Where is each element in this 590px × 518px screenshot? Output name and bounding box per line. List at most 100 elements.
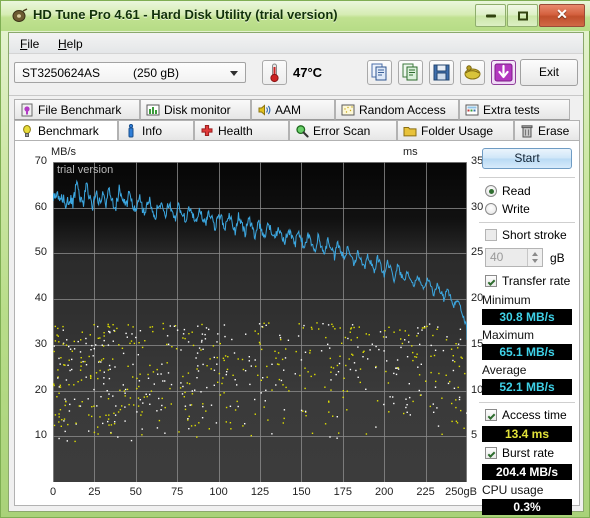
access-time-point (81, 401, 83, 403)
tab-disk-monitor[interactable]: Disk monitor (140, 99, 251, 120)
access-time-point (188, 333, 190, 335)
access-time-point (147, 373, 149, 376)
access-time-point (387, 382, 390, 384)
access-time-point (392, 396, 394, 398)
access-time-point (450, 348, 453, 350)
radio-read[interactable]: Read (485, 184, 531, 198)
tab-error-scan[interactable]: Error Scan (289, 120, 397, 141)
access-time-point (330, 379, 332, 381)
access-time-point (188, 383, 191, 385)
tab-extra-tests[interactable]: Extra tests (459, 99, 570, 120)
access-time-point (192, 344, 195, 347)
access-time-point (138, 385, 140, 388)
file-benchmark-icon (20, 103, 34, 117)
stepper-up-icon (532, 252, 538, 256)
access-time-point (170, 383, 173, 386)
options-button[interactable] (460, 60, 485, 85)
access-time-point (230, 428, 232, 430)
access-time-point (116, 327, 118, 330)
maximum-value: 65.1 MB/s (482, 344, 572, 360)
access-time-point (264, 400, 266, 402)
tab-aam[interactable]: AAM (251, 99, 335, 120)
tab-label: Extra tests (483, 102, 540, 117)
access-time-point (113, 423, 116, 425)
divider (479, 177, 575, 178)
access-time-point (449, 380, 451, 383)
access-time-point (201, 323, 203, 326)
access-time-point (282, 422, 284, 424)
access-time-point (332, 325, 334, 328)
access-time-point (337, 371, 340, 373)
access-time-point (127, 365, 129, 367)
access-time-point (406, 356, 409, 358)
minimize-button[interactable] (475, 4, 506, 27)
menu-file[interactable]: FFileile (15, 36, 44, 52)
access-time-point (324, 423, 327, 425)
close-button[interactable]: ✕ (539, 4, 585, 27)
access-time-point (63, 418, 66, 420)
access-time-point (101, 344, 103, 346)
access-time-point (229, 422, 232, 424)
checkbox-burst-rate[interactable]: Burst rate (485, 446, 554, 460)
tab-benchmark[interactable]: Benchmark (14, 120, 118, 141)
access-time-point (80, 357, 82, 359)
tab-folder-usage[interactable]: Folder Usage (397, 120, 514, 141)
checkbox-transfer-rate[interactable]: Transfer rate (485, 274, 570, 288)
x-tick-label: 100 (209, 486, 228, 498)
start-button[interactable]: Start (482, 148, 572, 169)
access-time-point (225, 406, 228, 409)
access-time-point (143, 396, 145, 398)
access-time-point (69, 369, 71, 372)
access-time-point (90, 375, 92, 378)
checkbox-short-stroke[interactable]: Short stroke (485, 228, 567, 242)
access-time-point (57, 335, 59, 337)
tab-erase[interactable]: Erase (514, 120, 580, 141)
maximize-button[interactable] (507, 4, 538, 27)
access-time-point (409, 414, 411, 416)
access-time-point (274, 350, 276, 352)
access-time-point (108, 424, 110, 426)
access-time-point (457, 343, 460, 345)
download-button[interactable] (491, 60, 516, 85)
access-time-point (386, 360, 388, 362)
radio-write[interactable]: Write (485, 202, 530, 216)
menu-help[interactable]: Help (53, 36, 88, 52)
access-time-point (429, 405, 431, 408)
access-time-point (158, 397, 160, 400)
access-time-point (149, 393, 151, 396)
access-time-point (53, 345, 55, 347)
access-time-point (68, 410, 71, 412)
access-time-point (217, 381, 219, 383)
access-time-point (99, 337, 101, 339)
access-time-point (339, 327, 341, 329)
short-stroke-stepper[interactable] (527, 249, 542, 266)
access-time-point (108, 326, 111, 328)
export-button[interactable] (398, 60, 423, 85)
access-time-point (233, 352, 236, 354)
access-time-point (54, 340, 57, 342)
save-button[interactable] (429, 60, 454, 85)
tab-health[interactable]: Health (194, 120, 289, 141)
access-time-point (129, 342, 131, 345)
short-stroke-input[interactable]: 40 (485, 248, 543, 267)
access-time-point (190, 404, 193, 406)
access-time-point (263, 406, 265, 408)
access-time-point (250, 365, 252, 367)
access-time-point (187, 419, 189, 421)
access-time-point (299, 374, 301, 377)
access-time-point (267, 419, 269, 421)
access-time-point (367, 358, 369, 360)
access-time-point (162, 322, 164, 325)
tab-info[interactable]: Info (118, 120, 194, 141)
tab-random-access[interactable]: Random Access (335, 99, 459, 120)
temperature-button[interactable] (262, 60, 287, 85)
tab-file-benchmark[interactable]: File Benchmark (14, 99, 140, 120)
short-stroke-checkbox-icon (485, 229, 497, 241)
access-time-point (92, 355, 94, 357)
exit-button[interactable]: Exit (520, 59, 578, 86)
access-time-point (365, 433, 368, 435)
access-time-point (357, 346, 359, 348)
copy-button[interactable] (367, 60, 392, 85)
checkbox-access-time[interactable]: Access time (485, 408, 567, 422)
drive-select[interactable]: ST3250624AS (250 gB) (14, 62, 246, 83)
